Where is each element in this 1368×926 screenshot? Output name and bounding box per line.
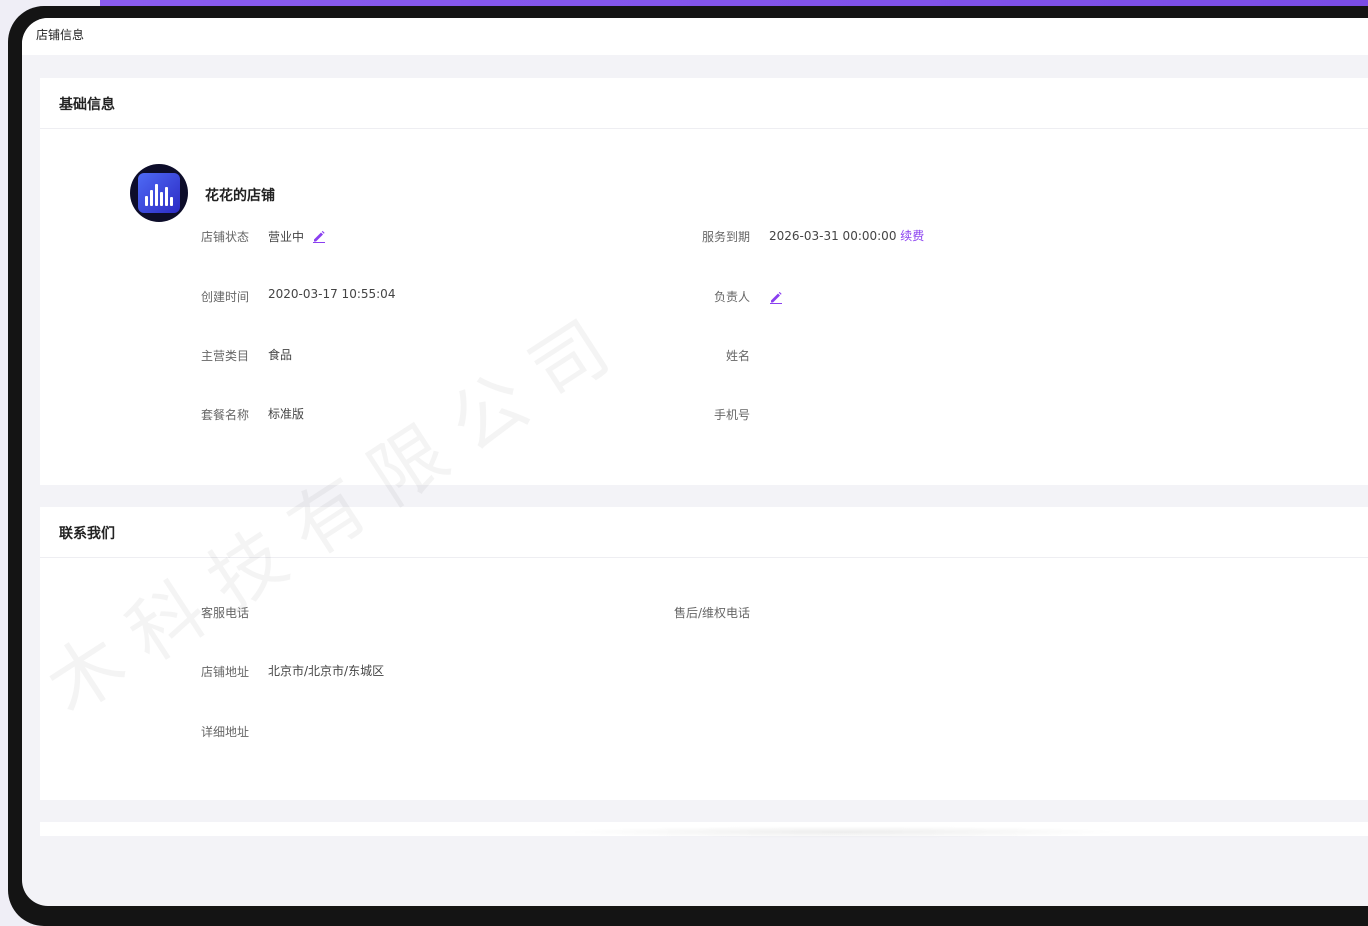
expiry-label: 服务到期 (701, 230, 750, 244)
created-label: 创建时间 (200, 290, 249, 304)
address-label: 店铺地址 (200, 665, 249, 679)
name-label: 姓名 (725, 349, 750, 363)
page-title: 店铺信息 (36, 28, 85, 42)
expiry-value-wrap: 2026-03-31 00:00:00 续费 (769, 227, 924, 244)
phone-label: 手机号 (713, 408, 750, 422)
edit-status-pencil-icon[interactable] (312, 229, 326, 243)
scroll-shadow (562, 826, 1122, 838)
category-value: 食品 (268, 348, 293, 362)
contact-title: 联系我们 (59, 526, 115, 542)
shop-avatar[interactable] (130, 164, 188, 222)
service-phone-label: 客服电话 (200, 606, 249, 620)
plan-value: 标准版 (268, 407, 305, 421)
created-value: 2020-03-17 10:55:04 (268, 287, 396, 301)
status-label: 店铺状态 (200, 230, 249, 244)
page-header: 店铺信息 (22, 18, 1368, 55)
detail-address-label: 详细地址 (200, 725, 249, 739)
contact-header: 联系我们 (40, 507, 1368, 558)
app-screen: 店铺信息 基础信息 花花的店铺 店铺状态 营业中 创建时间 2020-03-17… (22, 18, 1368, 906)
edit-owner-pencil-icon[interactable] (769, 289, 783, 304)
basic-info-title: 基础信息 (59, 97, 115, 113)
shop-logo-icon (138, 173, 180, 213)
category-label: 主营类目 (200, 349, 249, 363)
contact-card: 联系我们 (40, 507, 1368, 800)
owner-label: 负责人 (713, 290, 750, 304)
basic-info-header: 基础信息 (40, 78, 1368, 129)
basic-info-card: 基础信息 (40, 78, 1368, 485)
aftersale-phone-label: 售后/维权电话 (673, 606, 750, 620)
expiry-value: 2026-03-31 00:00:00 (769, 229, 897, 243)
renew-link[interactable]: 续费 (900, 229, 924, 243)
status-value-wrap: 营业中 (268, 228, 326, 245)
plan-label: 套餐名称 (200, 408, 249, 422)
address-value: 北京市/北京市/东城区 (268, 664, 385, 678)
status-value: 营业中 (268, 230, 305, 244)
shop-name: 花花的店铺 (205, 188, 275, 204)
